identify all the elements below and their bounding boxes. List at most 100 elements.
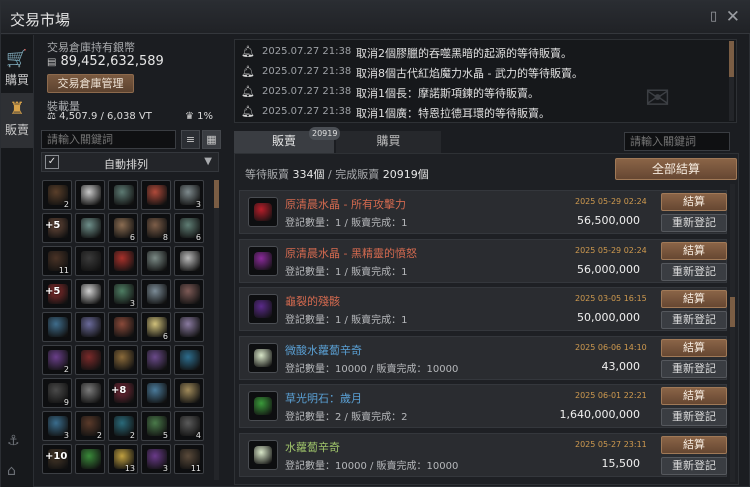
inventory-slot[interactable] [174,279,204,309]
settle-button[interactable]: 結算 [661,338,727,357]
inventory-search-input[interactable] [41,130,176,149]
grid-view-button[interactable]: ▦ [202,130,221,149]
money-bag-icon: ♜ [9,99,25,119]
listing-row[interactable]: 龜裂的殘骸 登記數量：1 / 販賣完成：1 2025 03-05 16:15 50,0… [239,287,727,331]
item-gem-icon [254,203,272,221]
listing-scrollbar[interactable] [730,184,735,482]
settle-button[interactable]: 結算 [661,387,727,405]
settle-button[interactable]: 結算 [661,435,727,454]
inventory-slot[interactable]: 6 [174,213,204,243]
nav-item-sell[interactable]: ♜ 販賣 [1,93,33,148]
relist-button[interactable]: 重新登記 [661,311,727,329]
scrollbar-thumb[interactable] [730,297,735,327]
bell-icon: 🔔︎ [241,65,255,78]
inventory-slot[interactable]: 8 [141,213,171,243]
enhance-level: +10 [45,451,68,462]
inventory-slot[interactable]: 6 [108,213,138,243]
inventory-slot[interactable] [108,312,138,342]
scrollbar-thumb[interactable] [729,41,734,77]
inventory-slot[interactable]: 2 [42,180,72,210]
nav-item-buy[interactable]: 🛒 購買 [1,43,33,98]
inventory-slot[interactable]: 5 [141,411,171,441]
inventory-slot[interactable]: 3 [174,180,204,210]
relist-button[interactable]: 重新登記 [661,408,727,426]
inventory-slot[interactable] [42,312,72,342]
silver-amount-value: 89,452,632,589 [60,54,164,69]
inventory-slot[interactable]: 2 [75,411,105,441]
inventory-slot[interactable] [141,180,171,210]
inventory-slot[interactable]: 2 [42,345,72,375]
inventory-slot[interactable] [174,345,204,375]
inventory-slot[interactable] [108,345,138,375]
settle-all-button[interactable]: 全部結算 [615,158,737,180]
relist-button[interactable]: 重新登記 [661,359,727,378]
inventory-slot[interactable] [141,345,171,375]
listing-row[interactable]: 原清晨水晶 - 黑精靈的憤怒 登記數量：1 / 販賣完成：1 2025 05-29 … [239,238,727,283]
relist-button[interactable]: 重新登記 [661,214,727,232]
scrollbar-thumb[interactable] [214,180,219,208]
settle-button[interactable]: 結算 [661,193,727,211]
inventory-slot[interactable]: 4 [174,411,204,441]
inventory-slot[interactable] [174,378,204,408]
listing-row[interactable]: 水蘿蔔辛奇 登記數量：10000 / 販賣完成：10000 2025 05-27 2… [239,432,727,477]
inventory-slot[interactable] [75,444,105,474]
inventory-slot[interactable] [141,246,171,276]
item-count: 4 [195,431,201,440]
listing-row[interactable]: 草光明石：歲月 登記數量：2 / 販賣完成：2 2025 06-01 22:21 1,… [239,384,727,428]
item-count: 2 [63,365,69,374]
inventory-slot[interactable]: 2 [108,411,138,441]
inventory-slot[interactable]: 9 [42,378,72,408]
enhance-level: +5 [45,220,61,231]
cart-icon: 🛒 [6,49,28,69]
inventory-slot[interactable] [141,279,171,309]
inventory-slot[interactable]: +10 [42,444,72,474]
weight-icon: ⚖ [47,111,60,122]
title-bar[interactable]: 交易市場 ▯ ✕ [1,1,750,34]
inventory-slot[interactable]: +5 [42,279,72,309]
anchor-icon[interactable]: ⚓ [7,433,20,449]
tab-buy[interactable]: 購買 [336,131,441,153]
inventory-slot[interactable] [75,180,105,210]
settle-button[interactable]: 結算 [661,241,727,260]
close-icon[interactable]: ✕ [726,7,740,27]
notification-timestamp: 2025.07.27 21:38 [262,106,352,117]
inventory-slot[interactable] [75,213,105,243]
inventory-slot[interactable] [75,246,105,276]
inventory-slot[interactable]: 13 [108,444,138,474]
inventory-slot[interactable]: 11 [42,246,72,276]
listing-date: 2025 06-06 14:10 [575,342,647,352]
inventory-slot[interactable] [75,312,105,342]
item-count: 2 [96,431,102,440]
relist-button[interactable]: 重新登記 [661,262,727,281]
inventory-slot[interactable]: 3 [42,411,72,441]
listing-price: 43,000 [601,359,641,373]
inventory-slot[interactable]: +5 [42,213,72,243]
inventory-slot[interactable] [108,180,138,210]
list-view-button[interactable]: ≡ [181,130,200,149]
inventory-slot[interactable]: +8 [108,378,138,408]
summary-separator: / [328,168,332,181]
inventory-slot[interactable] [174,312,204,342]
listing-row[interactable]: 原清晨水晶 - 所有攻擊力 登記數量：1 / 販賣完成：1 2025 05-29 0… [239,190,727,234]
notification-scrollbar[interactable] [729,41,734,121]
inventory-scrollbar[interactable] [214,180,219,480]
warehouse-manage-button[interactable]: 交易倉庫管理 [47,74,134,93]
relist-button[interactable]: 重新登記 [661,456,727,475]
auto-sort-dropdown[interactable]: ✓ 自動排列 ▼ [41,152,219,172]
camp-icon[interactable]: ⌂ [7,463,16,479]
inventory-slot[interactable] [75,345,105,375]
phone-icon[interactable]: ▯ [710,9,717,24]
listing-row[interactable]: 微酸水蘿蔔辛奇 登記數量：10000 / 販賣完成：10000 2025 06-06… [239,335,727,380]
inventory-slot[interactable]: 11 [174,444,204,474]
inventory-slot[interactable]: 6 [141,312,171,342]
inventory-slot[interactable] [108,246,138,276]
auto-sort-checkbox[interactable]: ✓ [45,155,59,169]
settle-button[interactable]: 結算 [661,290,727,308]
inventory-slot[interactable] [75,279,105,309]
inventory-slot[interactable]: 3 [141,444,171,474]
inventory-slot[interactable]: 3 [108,279,138,309]
inventory-slot[interactable] [75,378,105,408]
listing-search-input[interactable] [624,132,730,151]
inventory-slot[interactable] [174,246,204,276]
inventory-slot[interactable] [141,378,171,408]
